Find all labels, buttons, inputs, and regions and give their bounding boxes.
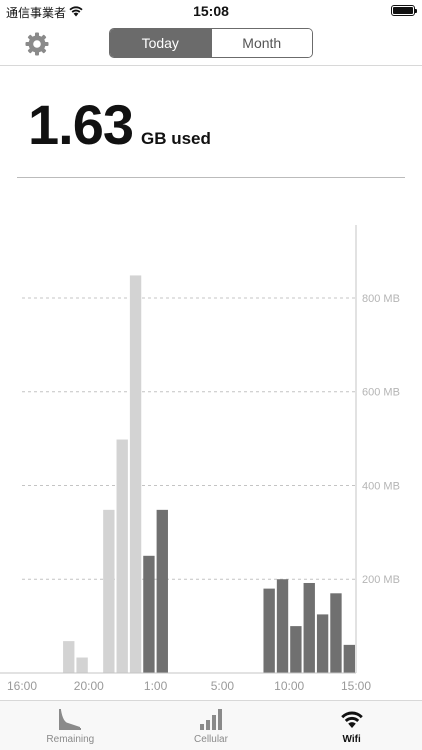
usage-bar	[330, 593, 342, 673]
usage-bar	[143, 555, 155, 673]
tab-wifi[interactable]: Wifi	[281, 701, 422, 750]
usage-divider	[17, 177, 405, 178]
segment-today[interactable]: Today	[110, 29, 211, 57]
usage-bar	[116, 439, 128, 673]
usage-bar	[303, 582, 315, 673]
x-tick-label: 1:00	[144, 679, 168, 693]
usage-unit-label: GB used	[141, 129, 211, 148]
tab-cellular[interactable]: Cellular	[141, 701, 282, 750]
usage-bar	[103, 509, 115, 673]
segment-month[interactable]: Month	[210, 29, 312, 57]
tab-remaining[interactable]: Remaining	[0, 701, 141, 750]
x-tick-label: 16:00	[7, 679, 37, 693]
usage-bar-chart: 800 MB 600 MB 400 MB 200 MB 16:00 20:00 1:00 5:…	[0, 225, 400, 693]
usage-bar	[290, 626, 302, 673]
period-segmented-control: Today Month	[109, 28, 313, 58]
usage-bar	[276, 579, 289, 673]
nav-bar: Today Month	[0, 22, 422, 66]
remaining-chart-icon	[59, 709, 82, 730]
y-tick-label: 200 MB	[362, 574, 400, 586]
y-tick-label: 800 MB	[362, 293, 400, 305]
status-time: 15:08	[193, 3, 229, 19]
usage-bar	[156, 509, 168, 673]
status-bar: 通信事業者 15:08	[0, 0, 422, 22]
usage-bar	[263, 588, 275, 673]
tab-remaining-label: Remaining	[46, 734, 95, 745]
x-tick-label: 10:00	[274, 679, 304, 693]
usage-value: 1.63	[28, 93, 134, 156]
battery-icon	[391, 5, 417, 16]
usage-summary: 1.63 GB used	[28, 92, 211, 157]
usage-bar	[343, 644, 355, 673]
x-tick-label: 15:00	[341, 679, 371, 693]
cellular-signal-icon	[200, 709, 222, 730]
usage-bar	[63, 641, 75, 673]
tab-bar: Remaining Cellular Wifi	[0, 700, 422, 750]
y-tick-label: 400 MB	[362, 480, 400, 492]
usage-bar	[76, 657, 88, 673]
usage-bar	[129, 275, 142, 673]
x-tick-label: 5:00	[211, 679, 235, 693]
tab-wifi-label: Wifi	[342, 734, 361, 745]
gear-icon[interactable]	[24, 31, 50, 57]
y-tick-label: 600 MB	[362, 387, 400, 399]
wifi-icon	[340, 711, 363, 728]
battery-level-fill	[393, 7, 413, 14]
usage-bar	[316, 614, 329, 673]
tab-cellular-label: Cellular	[194, 734, 228, 745]
x-tick-label: 20:00	[74, 679, 104, 693]
